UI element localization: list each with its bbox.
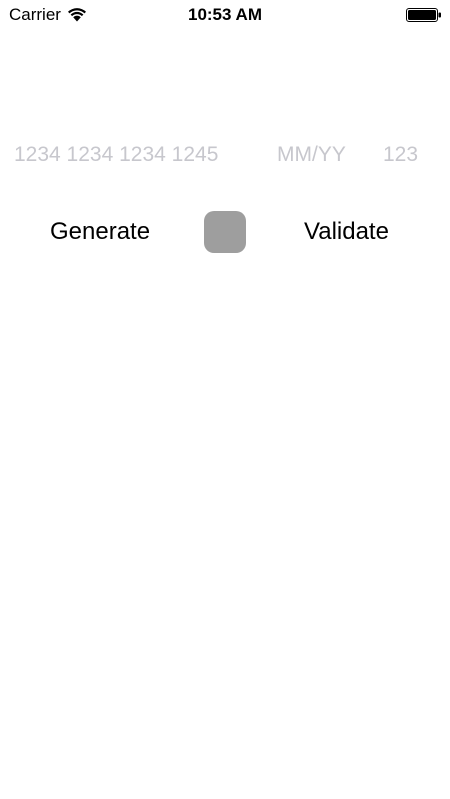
status-bar: Carrier 10:53 AM xyxy=(0,0,450,30)
battery-icon xyxy=(406,8,441,22)
generate-button[interactable]: Generate xyxy=(50,214,150,250)
app-screen: Carrier 10:53 AM Generate Validate xyxy=(0,0,450,799)
expiry-date-input[interactable] xyxy=(277,140,361,170)
validate-button[interactable]: Validate xyxy=(304,214,389,250)
cvc-input[interactable] xyxy=(383,140,433,170)
status-time: 10:53 AM xyxy=(187,5,262,24)
validation-status-indicator xyxy=(204,211,246,253)
card-number-input[interactable] xyxy=(14,140,254,170)
